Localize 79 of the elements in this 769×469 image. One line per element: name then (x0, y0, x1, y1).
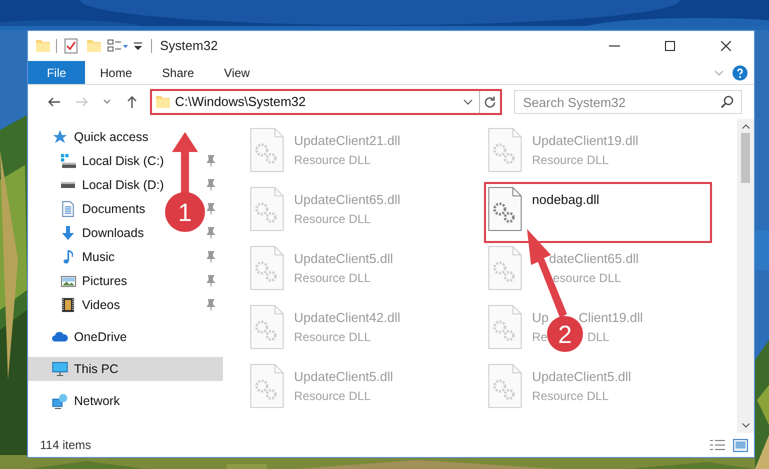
ribbon-tab[interactable]: File (28, 61, 85, 84)
file-type: Resource DLL (532, 152, 609, 168)
nav-item[interactable]: Documents (82, 200, 146, 218)
scroll-up-icon[interactable] (742, 124, 750, 129)
dll-file-icon[interactable] (488, 128, 522, 172)
window-title: System32 (160, 37, 218, 56)
nav-item[interactable]: Local Disk (D:) (82, 176, 164, 194)
pin-icon[interactable] (207, 275, 215, 287)
drive-icon (60, 154, 76, 168)
nav-item[interactable]: Music (82, 248, 115, 266)
folder-icon (156, 96, 170, 108)
minimize-icon (608, 45, 620, 47)
download-arrow-icon (61, 226, 75, 240)
help-icon[interactable] (732, 64, 748, 80)
expand-ribbon-icon[interactable] (714, 70, 724, 76)
large-icons-view-icon[interactable] (733, 438, 748, 452)
nav-item[interactable]: Quick access (74, 128, 148, 146)
nav-item[interactable]: Local Disk (C:) (82, 152, 164, 170)
numbered-callout: 1 (165, 192, 205, 232)
star-icon (52, 130, 68, 144)
file-type: Resource DLL (294, 152, 371, 168)
search-field[interactable]: Search System32 (514, 90, 742, 114)
layout-icon[interactable] (107, 38, 129, 54)
cloud-icon (52, 332, 68, 342)
ribbon-tab[interactable]: Home (85, 61, 148, 84)
file-name: nodebag.dll (532, 191, 600, 209)
drive-icon (61, 182, 75, 188)
document-icon (62, 201, 74, 217)
dll-file-icon[interactable] (488, 246, 522, 290)
file-type: Resource DLL (294, 210, 371, 228)
film-icon (62, 298, 74, 312)
nav-item[interactable]: This PC (28, 357, 223, 381)
music-note-icon (63, 250, 73, 264)
refresh-icon[interactable] (484, 96, 496, 108)
nav-item[interactable]: Downloads (82, 224, 144, 242)
dll-file-icon[interactable] (250, 128, 284, 172)
file-type: Resource DLL (294, 270, 371, 286)
pin-icon[interactable] (207, 251, 215, 263)
dll-file-icon[interactable] (250, 246, 284, 290)
file-type: Resource DLL (532, 388, 609, 404)
monitor-icon (52, 362, 68, 376)
dll-file-icon[interactable] (250, 187, 284, 231)
scrollbar[interactable] (737, 119, 754, 433)
address-path: C:\Windows\System32 (175, 93, 307, 112)
picture-icon (60, 276, 76, 286)
scroll-down-icon[interactable] (742, 423, 750, 428)
file-type: esource DLL (553, 270, 622, 286)
scroll-thumb[interactable] (741, 133, 750, 183)
address-bar[interactable]: C:\Windows\System32 (150, 89, 502, 115)
file-type: Re (532, 328, 548, 346)
pin-icon[interactable] (207, 155, 215, 167)
properties-icon[interactable] (63, 38, 79, 54)
close-icon (721, 41, 731, 51)
maximize-icon (665, 41, 675, 51)
network-icon (52, 394, 68, 408)
file-type: Resource DLL (294, 388, 371, 404)
file-type: DLL (587, 328, 610, 346)
pin-icon[interactable] (207, 179, 215, 191)
ribbon-tab[interactable]: View (209, 61, 265, 84)
dll-file-icon[interactable] (250, 305, 284, 349)
annotation-arrow (172, 132, 198, 194)
details-view-icon[interactable] (710, 440, 725, 450)
nav-item[interactable]: Network (74, 392, 120, 410)
dll-file-icon (488, 187, 522, 231)
dropdown-icon[interactable] (463, 99, 473, 105)
nav-item[interactable]: OneDrive (74, 328, 127, 346)
nav-item[interactable]: Pictures (82, 272, 128, 290)
file-type: Resource DLL (294, 328, 371, 346)
pin-icon[interactable] (207, 227, 215, 239)
search-icon[interactable] (720, 95, 734, 109)
nav-item[interactable]: Videos (82, 296, 120, 314)
dll-file-icon[interactable] (250, 364, 284, 408)
pin-icon[interactable] (207, 203, 215, 215)
dll-file-icon[interactable] (488, 364, 522, 408)
ribbon-tab[interactable]: Share (147, 61, 210, 84)
dll-file-icon[interactable] (488, 305, 522, 349)
item-count: 114 items (40, 437, 92, 454)
pin-icon[interactable] (207, 299, 215, 311)
file-item[interactable]: nodebag.dll (486, 184, 710, 241)
